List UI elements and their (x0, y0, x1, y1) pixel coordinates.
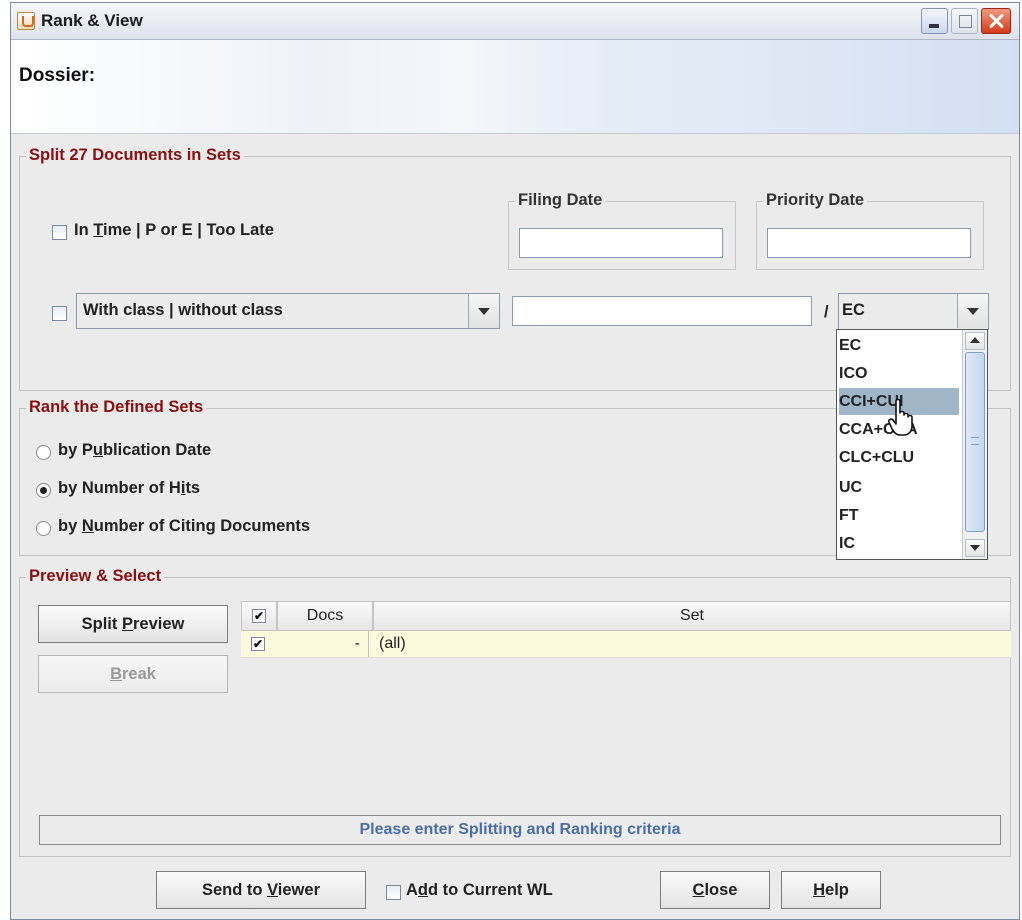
preview-group-title: Preview & Select (26, 567, 165, 586)
class-separator: / (824, 303, 829, 321)
class-type-option[interactable]: ICO (839, 360, 959, 387)
class-type-option[interactable]: IC (839, 530, 959, 557)
break-button[interactable]: Break (38, 655, 228, 693)
rank-group-title: Rank the Defined Sets (26, 398, 207, 417)
class-type-combo[interactable]: EC (838, 293, 989, 330)
title-bar[interactable]: Rank & View (11, 3, 1019, 40)
rank-radio-publication-date[interactable] (36, 445, 51, 460)
split-group-title: Split 27 Documents in Sets (26, 146, 244, 165)
rank-radio-number-of-hits[interactable] (36, 483, 51, 498)
class-filter-combo[interactable]: With class | without class (76, 293, 500, 329)
rank-label-citing-documents[interactable]: by Number of Citing Documents (58, 517, 310, 536)
class-type-dropdown-button[interactable] (957, 294, 988, 328)
hand-cursor-icon (888, 399, 913, 436)
table-header-docs[interactable]: Docs (277, 601, 373, 631)
priority-date-label: Priority Date (763, 191, 868, 210)
rank-view-window: Rank & View Dossier: Split 27 Documents … (10, 2, 1020, 920)
table-header-check[interactable]: ✔ (241, 601, 277, 631)
class-type-value: EC (842, 301, 865, 319)
chevron-down-icon (478, 308, 490, 315)
class-input[interactable] (512, 296, 812, 326)
status-bar: Please enter Splitting and Ranking crite… (39, 815, 1001, 845)
filing-date-group: Filing Date (508, 191, 736, 270)
class-type-option[interactable]: UC (839, 474, 959, 501)
in-time-label[interactable]: In Time | P or E | Too Late (74, 221, 274, 240)
dropdown-scrollbar[interactable] (962, 330, 987, 559)
row-docs-cell: - (277, 631, 369, 657)
window-title: Rank & View (41, 11, 143, 30)
class-type-option[interactable]: EC (839, 332, 959, 359)
rank-label-publication-date[interactable]: by Publication Date (58, 441, 211, 460)
row-set-cell: (all) (379, 635, 406, 652)
scroll-down-arrow-icon[interactable] (965, 539, 985, 557)
split-preview-button[interactable]: Split Preview (38, 605, 228, 643)
close-window-button[interactable] (981, 8, 1011, 34)
java-app-icon (17, 12, 35, 30)
class-filter-dropdown-button[interactable] (468, 294, 499, 328)
class-type-dropdown-list[interactable]: EC ICO CCI+CUI CCA+CUA CLC+CLU UC FT IC (836, 329, 988, 560)
priority-date-group: Priority Date (756, 191, 984, 270)
table-row[interactable]: ✔ - (all) (241, 631, 1011, 658)
row-select-checkbox[interactable]: ✔ (251, 637, 265, 651)
add-to-wl-checkbox[interactable] (386, 885, 401, 900)
dossier-label: Dossier: (19, 65, 96, 86)
filing-date-input[interactable] (519, 228, 723, 258)
close-button[interactable]: Close (660, 871, 770, 909)
scroll-up-arrow-icon[interactable] (965, 332, 985, 350)
chevron-down-icon (967, 308, 979, 315)
maximize-button[interactable] (951, 8, 978, 34)
table-header-set[interactable]: Set (373, 601, 1011, 631)
in-time-checkbox[interactable] (52, 225, 67, 240)
priority-date-input[interactable] (767, 228, 971, 258)
send-to-viewer-button[interactable]: Send to Viewer (156, 871, 366, 909)
class-filter-value: With class | without class (83, 301, 283, 319)
scroll-thumb[interactable] (965, 352, 985, 532)
class-type-option[interactable]: FT (839, 502, 959, 529)
class-type-option[interactable]: CLC+CLU (839, 444, 959, 471)
header-select-all-checkbox[interactable]: ✔ (252, 609, 266, 623)
rank-radio-citing-documents[interactable] (36, 521, 51, 536)
add-to-wl-label[interactable]: Add to Current WL (406, 881, 553, 900)
minimize-button[interactable] (921, 8, 948, 34)
help-button[interactable]: Help (781, 871, 881, 909)
sets-table: ✔ Docs Set ✔ - (all) (241, 601, 1011, 658)
filing-date-label: Filing Date (515, 191, 606, 210)
with-class-checkbox[interactable] (52, 306, 67, 321)
rank-label-number-of-hits[interactable]: by Number of Hits (58, 479, 200, 498)
dossier-banner: Dossier: (11, 40, 1019, 134)
